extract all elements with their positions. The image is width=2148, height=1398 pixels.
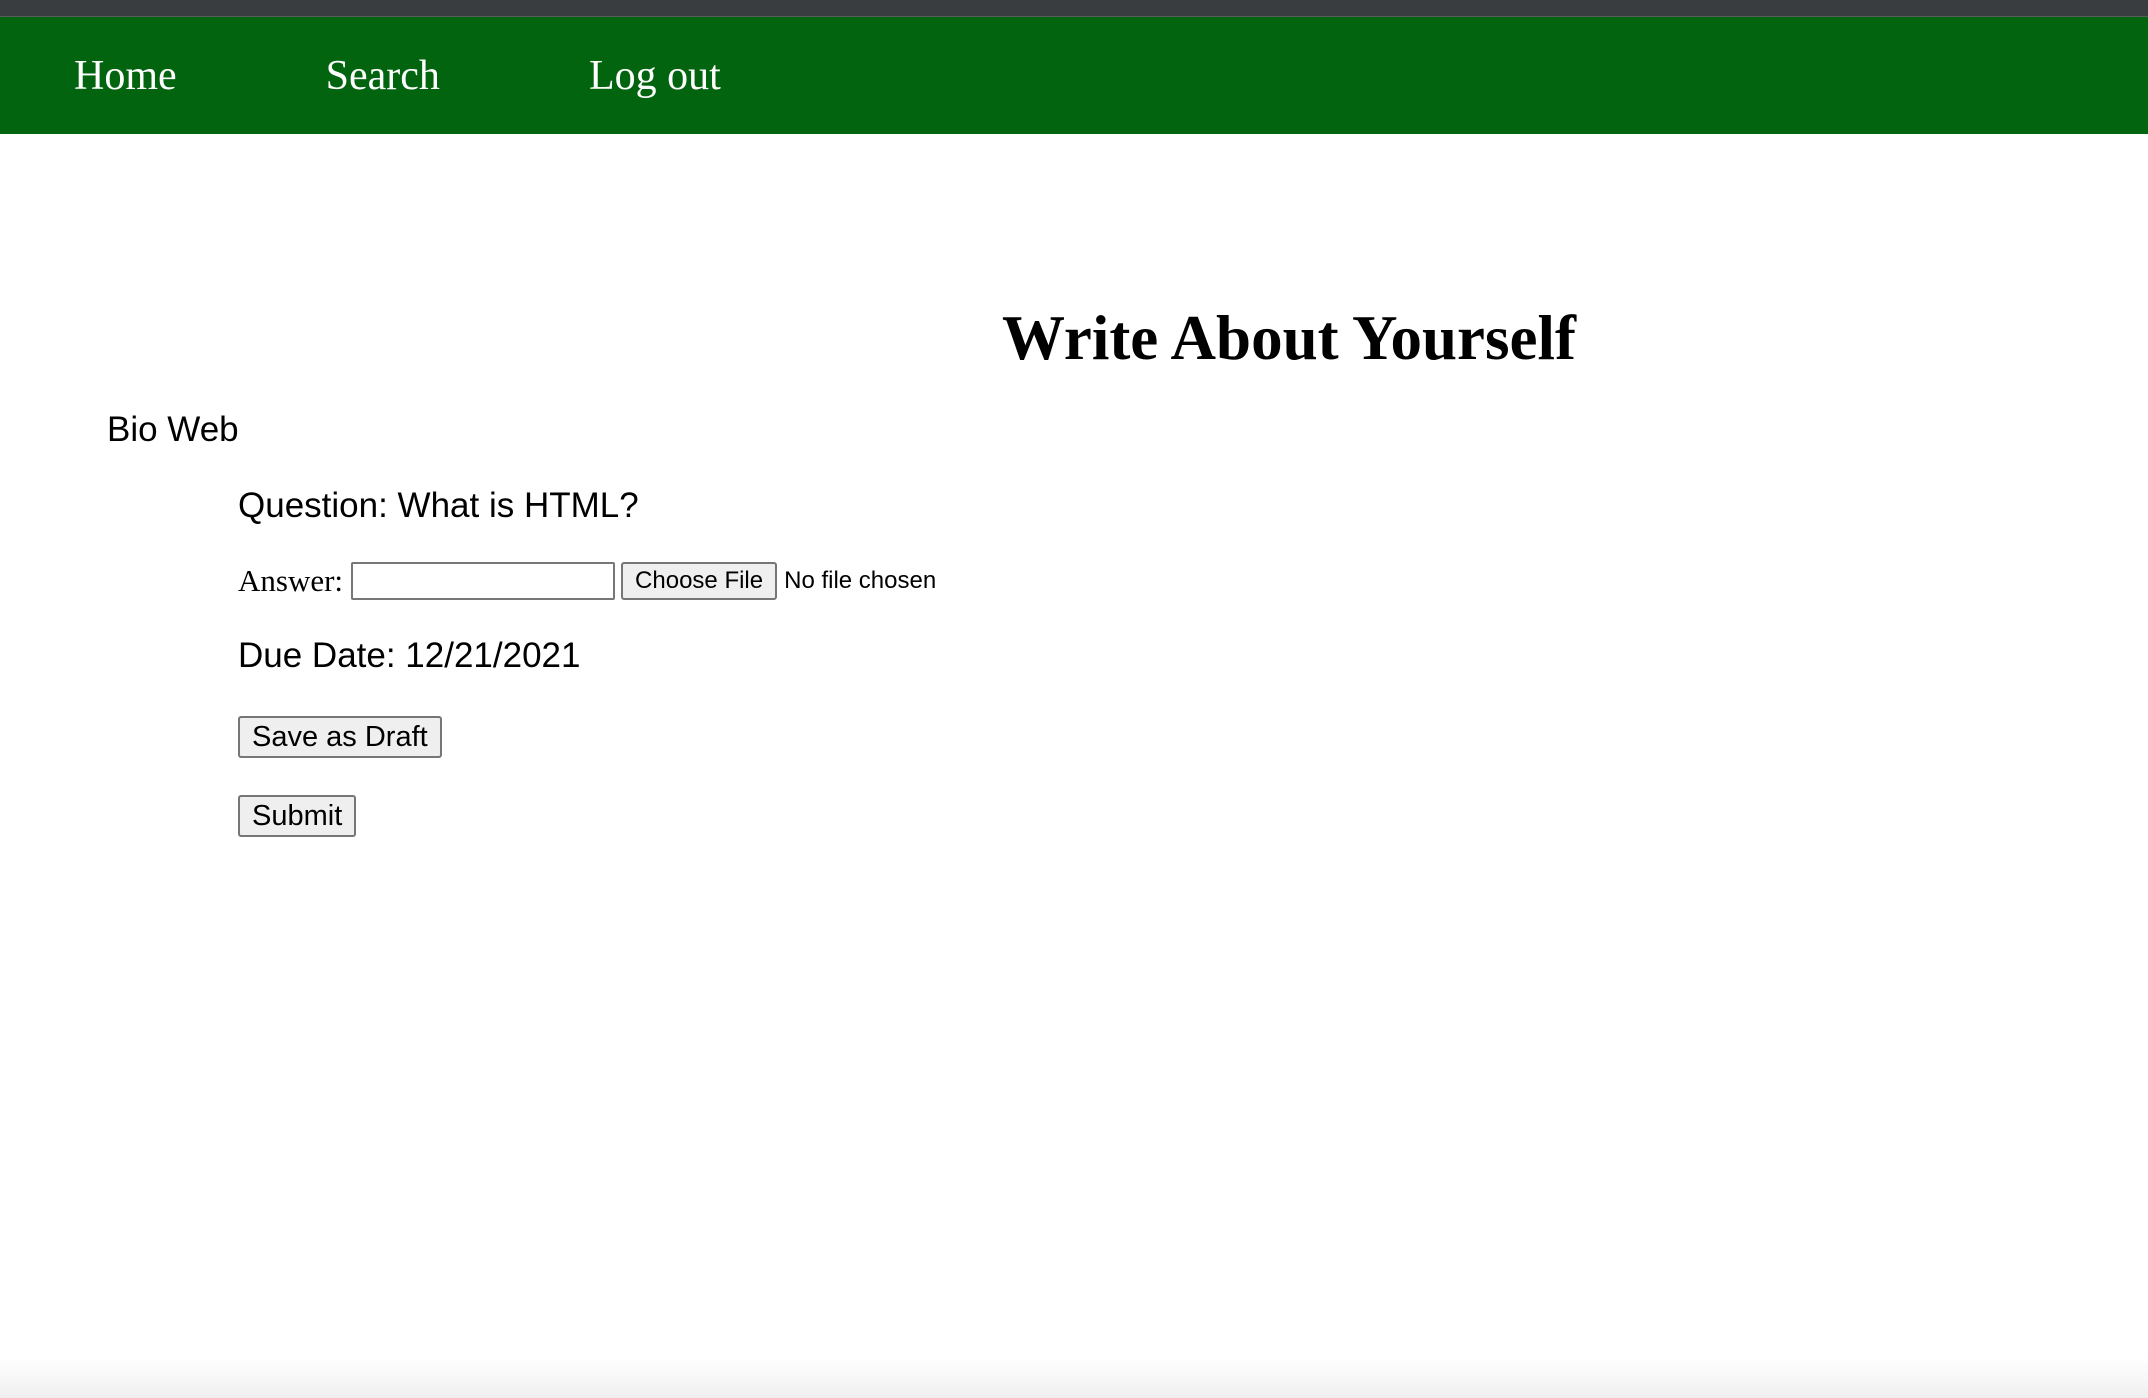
choose-file-button[interactable]: Choose File <box>621 562 778 600</box>
answer-label: Answer: <box>238 563 344 598</box>
due-date: Due Date: 12/21/2021 <box>238 636 581 675</box>
nav-link-home[interactable]: Home <box>74 52 177 100</box>
top-navbar: Home Search Log out <box>0 17 2148 134</box>
answer-input[interactable] <box>351 562 616 600</box>
nav-link-search[interactable]: Search <box>326 52 440 100</box>
answer-row: Answer: Choose File No file chosen <box>238 562 936 600</box>
browser-top-strip <box>0 0 2148 17</box>
main-content: Write About Yourself Bio Web Question: W… <box>0 134 2148 1398</box>
submit-button[interactable]: Submit <box>238 795 357 837</box>
save-draft-button[interactable]: Save as Draft <box>238 716 442 758</box>
nav-link-logout[interactable]: Log out <box>589 52 721 100</box>
file-status: No file chosen <box>784 567 937 594</box>
section-label: Bio Web <box>107 410 239 449</box>
question-text: Question: What is HTML? <box>238 486 639 525</box>
page-title: Write About Yourself <box>1002 303 1576 373</box>
bottom-fade <box>0 1358 2148 1398</box>
